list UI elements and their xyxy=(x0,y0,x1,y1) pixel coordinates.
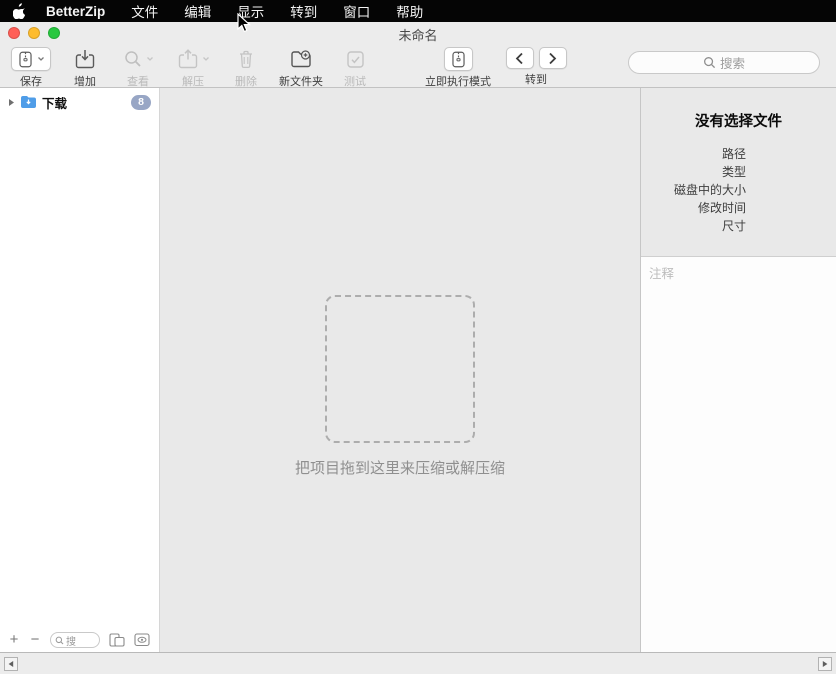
downloads-folder-icon xyxy=(20,95,37,109)
menu-bar: BetterZip 文件 编辑 显示 转到 窗口 帮助 xyxy=(0,0,836,22)
checkbox-icon xyxy=(346,50,365,69)
delete-label: 删除 xyxy=(235,73,257,89)
split-panels-icon[interactable] xyxy=(109,633,125,647)
add-archive-button[interactable]: + xyxy=(8,633,20,647)
file-info-fields: 路径 类型 磁盘中的大小 修改时间 尺寸 xyxy=(641,145,836,235)
field-label-size-on-disk: 磁盘中的大小 xyxy=(641,181,746,199)
sidebar-item-downloads[interactable]: 下载 8 xyxy=(0,90,159,114)
menu-item-go[interactable]: 转到 xyxy=(290,1,317,21)
window-title: 未命名 xyxy=(0,25,836,44)
archive-extract-icon xyxy=(177,48,199,70)
view-label: 查看 xyxy=(127,73,149,89)
field-label-dimensions: 尺寸 xyxy=(641,217,746,235)
extract-button[interactable] xyxy=(177,47,210,71)
screen: BetterZip 文件 编辑 显示 转到 窗口 帮助 未命名 xyxy=(0,0,836,674)
menu-item-view[interactable]: 显示 xyxy=(237,1,264,21)
sidebar: 下载 8 + − 搜 xyxy=(0,88,160,652)
file-info-section: 没有选择文件 路径 类型 磁盘中的大小 修改时间 尺寸 xyxy=(641,88,836,256)
inspector-panel: 没有选择文件 路径 类型 磁盘中的大小 修改时间 尺寸 注释 xyxy=(640,88,836,652)
sidebar-item-label: 下载 xyxy=(42,93,67,112)
trash-icon xyxy=(237,49,255,69)
menu-item-help[interactable]: 帮助 xyxy=(396,1,423,21)
add-button[interactable] xyxy=(74,47,96,71)
menu-item-window[interactable]: 窗口 xyxy=(343,1,370,21)
archive-add-icon xyxy=(74,48,96,70)
search-icon xyxy=(55,636,64,645)
toolbar-item-test: 测试 xyxy=(338,47,372,89)
view-button[interactable] xyxy=(123,47,154,71)
direct-mode-label: 立即执行模式 xyxy=(425,73,491,89)
chevron-down-icon xyxy=(202,56,210,62)
toolbar-item-goto: 转到 xyxy=(504,47,568,87)
delete-button[interactable] xyxy=(237,47,255,71)
goto-buttons xyxy=(506,47,567,69)
chevron-down-icon xyxy=(146,56,154,62)
field-label-type: 类型 xyxy=(641,163,746,181)
chevron-right-icon xyxy=(548,52,557,65)
save-label: 保存 xyxy=(20,73,42,89)
back-button[interactable] xyxy=(506,47,534,69)
test-label: 测试 xyxy=(344,73,366,89)
no-selection-title: 没有选择文件 xyxy=(641,88,836,131)
test-button[interactable] xyxy=(346,47,365,71)
add-label: 增加 xyxy=(74,73,96,89)
drop-target[interactable] xyxy=(325,295,475,443)
toolbar-item-new-folder: 新文件夹 xyxy=(275,47,327,89)
menu-item-file[interactable]: 文件 xyxy=(131,1,158,21)
direct-mode-button[interactable] xyxy=(444,47,473,71)
disclosure-triangle-icon[interactable] xyxy=(8,98,15,107)
forward-button[interactable] xyxy=(539,47,567,69)
item-count-badge: 8 xyxy=(131,95,151,110)
chevron-down-icon xyxy=(37,56,45,62)
comments-field[interactable]: 注释 xyxy=(641,256,836,652)
magnifier-icon xyxy=(123,49,143,69)
toolbar-item-direct-mode: 立即执行模式 xyxy=(412,47,504,89)
toolbar-search-input[interactable]: 搜索 xyxy=(628,51,820,74)
app-menu[interactable]: BetterZip xyxy=(46,4,105,19)
extract-label: 解压 xyxy=(182,73,204,89)
folder-plus-icon xyxy=(290,49,312,69)
chevron-left-icon xyxy=(515,52,524,65)
new-folder-label: 新文件夹 xyxy=(279,73,323,89)
goto-label: 转到 xyxy=(525,71,547,87)
search-placeholder: 搜索 xyxy=(720,53,745,72)
field-label-modified: 修改时间 xyxy=(641,199,746,217)
save-button[interactable] xyxy=(11,47,51,71)
drop-hint-text: 把项目拖到这里来压缩或解压缩 xyxy=(160,457,640,478)
new-folder-button[interactable] xyxy=(290,47,312,71)
search-icon xyxy=(703,56,716,69)
remove-archive-button[interactable]: − xyxy=(29,633,41,647)
toolbar-item-view: 查看 xyxy=(116,47,160,89)
field-label-path: 路径 xyxy=(641,145,746,163)
menu-item-edit[interactable]: 编辑 xyxy=(184,1,211,21)
triangle-right-icon xyxy=(821,660,829,668)
comments-placeholder: 注释 xyxy=(649,267,674,281)
bottom-bar xyxy=(0,652,836,674)
toolbar-item-delete: 删除 xyxy=(229,47,263,89)
archive-content-area: 把项目拖到这里来压缩或解压缩 xyxy=(160,88,640,652)
apple-menu[interactable] xyxy=(13,3,26,19)
scroll-left-button[interactable] xyxy=(4,657,18,671)
triangle-left-icon xyxy=(7,660,15,668)
toolbar: 保存 增加 查看 xyxy=(0,44,836,88)
toolbar-item-extract: 解压 xyxy=(170,47,216,89)
preview-eye-icon[interactable] xyxy=(134,633,151,647)
sidebar-search-input[interactable]: 搜 xyxy=(50,632,100,648)
title-bar: 未命名 xyxy=(0,22,836,44)
sidebar-footer: + − 搜 xyxy=(0,628,159,652)
archive-box-icon xyxy=(450,50,467,69)
archive-box-icon xyxy=(17,50,34,69)
toolbar-item-add: 增加 xyxy=(64,47,106,89)
toolbar-item-save: 保存 xyxy=(7,47,55,89)
apple-logo-icon xyxy=(13,3,26,19)
sidebar-search-placeholder: 搜 xyxy=(66,633,76,648)
scroll-right-button[interactable] xyxy=(818,657,832,671)
